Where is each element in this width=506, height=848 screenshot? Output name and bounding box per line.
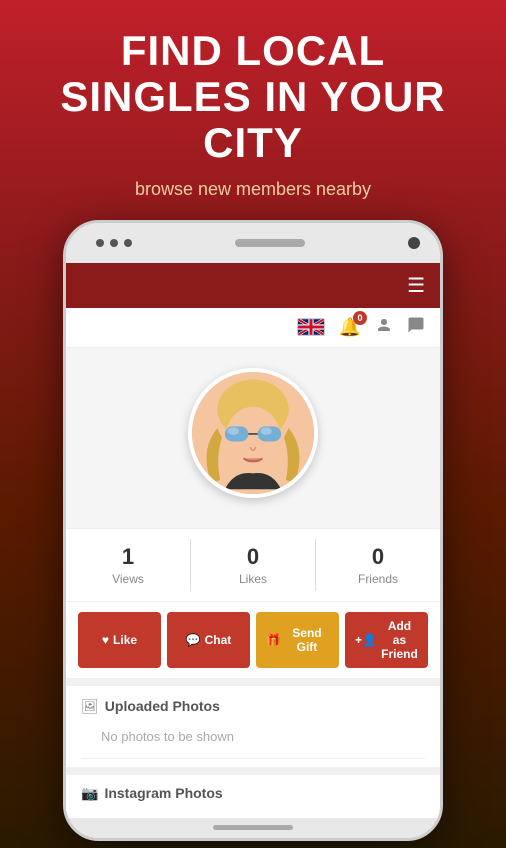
like-icon: ♥ [102, 633, 109, 647]
like-button[interactable]: ♥ Like [78, 612, 161, 668]
headline-title: FIND LOCAL SINGLES IN YOUR CITY [30, 28, 476, 167]
uploaded-photos-section: 🖼 Uploaded Photos No photos to be shown [66, 678, 440, 767]
section-divider-photos [81, 758, 425, 759]
send-gift-button[interactable]: 🎁 Send Gift [256, 612, 339, 668]
profile-section [66, 348, 440, 528]
profile-avatar [188, 368, 318, 498]
chat-nav-icon[interactable] [407, 316, 425, 339]
instagram-photos-section: 📷 Instagram Photos [66, 767, 440, 818]
phone-top-bar [66, 223, 440, 263]
phone-shell: ☰ 🔔 0 [63, 220, 443, 841]
phone-camera [408, 237, 420, 249]
home-indicator [213, 825, 293, 830]
uk-flag-icon[interactable] [297, 318, 325, 336]
uploaded-photos-header: 🖼 Uploaded Photos [81, 698, 425, 715]
app-header: ☰ [66, 263, 440, 308]
stat-likes-label: Likes [239, 572, 267, 586]
phone-speaker [235, 239, 305, 247]
instagram-photos-header: 📷 Instagram Photos [81, 785, 425, 802]
hamburger-icon[interactable]: ☰ [407, 273, 425, 298]
chat-button[interactable]: 💬 Chat [167, 612, 250, 668]
profile-nav-icon[interactable] [375, 316, 393, 339]
headline-section: FIND LOCAL SINGLES IN YOUR CITY browse n… [0, 0, 506, 210]
chat-icon: 💬 [186, 633, 201, 647]
nav-icons-row: 🔔 0 [66, 308, 440, 348]
phone-dot-2 [110, 239, 118, 247]
headline-subtitle: browse new members nearby [30, 179, 476, 200]
stat-friends: 0 Friends [316, 539, 440, 591]
stat-views: 1 Views [66, 539, 190, 591]
like-label: Like [113, 633, 137, 647]
uploaded-photos-title: Uploaded Photos [105, 698, 220, 714]
stat-likes-number: 0 [247, 544, 259, 570]
stat-views-number: 1 [122, 544, 134, 570]
add-friend-button[interactable]: +👤 Add as Friend [345, 612, 428, 668]
image-icon: 🖼 [81, 698, 99, 715]
instagram-photos-title: Instagram Photos [104, 785, 222, 801]
stat-views-label: Views [112, 572, 144, 586]
notification-bell-icon[interactable]: 🔔 0 [339, 317, 361, 338]
chat-label: Chat [205, 633, 232, 647]
app-screen: ☰ 🔔 0 [66, 263, 440, 818]
phone-dots [96, 239, 132, 247]
stat-friends-label: Friends [358, 572, 398, 586]
instagram-icon: 📷 [81, 785, 98, 802]
add-friend-label: Add as Friend [381, 619, 418, 661]
send-gift-label: Send Gift [285, 626, 329, 654]
phone-dot-1 [96, 239, 104, 247]
phone-bottom-bar [66, 818, 440, 838]
notification-badge: 0 [353, 311, 367, 325]
no-photos-text: No photos to be shown [81, 723, 425, 750]
phone-dot-3 [124, 239, 132, 247]
stats-row: 1 Views 0 Likes 0 Friends [66, 528, 440, 601]
action-buttons-row: ♥ Like 💬 Chat 🎁 Send Gift +👤 Add as Frie… [66, 601, 440, 678]
gift-icon: 🎁 [266, 633, 281, 647]
stat-likes: 0 Likes [191, 539, 315, 591]
stat-friends-number: 0 [372, 544, 384, 570]
add-friend-icon: +👤 [355, 633, 377, 647]
